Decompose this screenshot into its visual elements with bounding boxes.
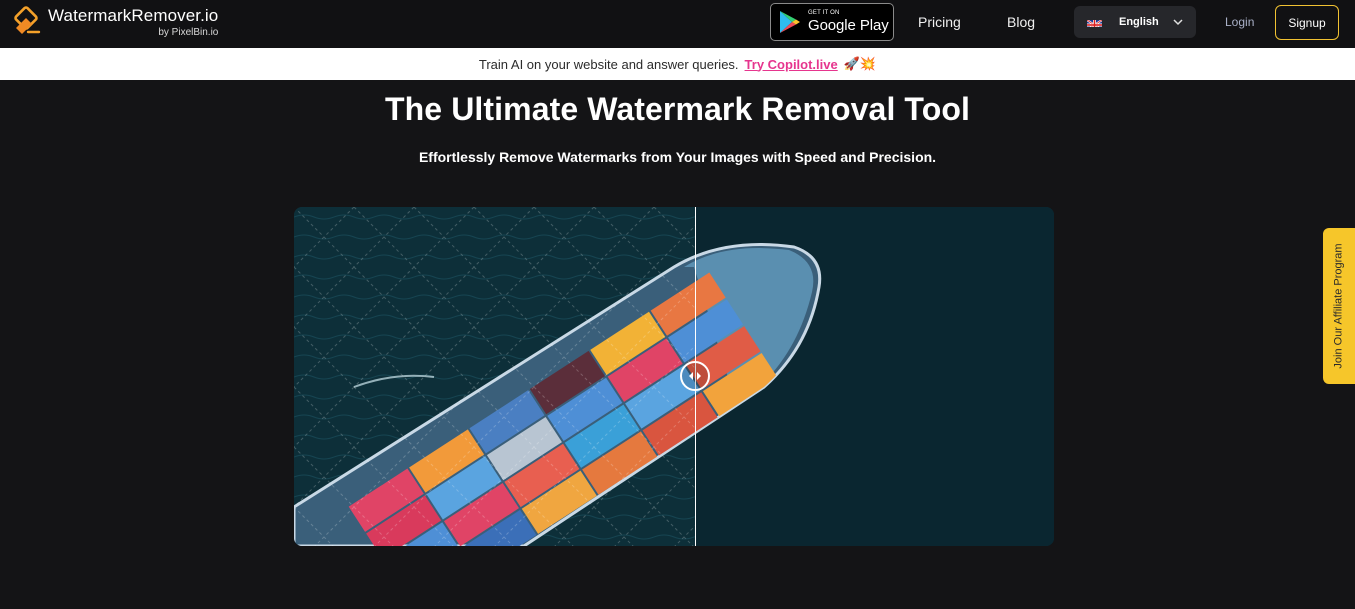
before-after-compare[interactable] [294,207,1054,546]
language-selector[interactable]: English [1074,6,1196,38]
affiliate-program-tab[interactable]: Join Our Affiliate Program [1323,228,1355,384]
try-copilot-link[interactable]: Try Copilot.live [745,57,838,72]
google-play-badge[interactable]: GET IT ON Google Play [770,3,894,41]
language-label: English [1119,16,1159,28]
google-play-small-text: GET IT ON [808,10,840,16]
chevron-down-icon [1172,15,1184,27]
watermark-remover-logo-icon [12,6,42,36]
slider-arrows-icon [689,372,701,380]
affiliate-program-label: Join Our Affiliate Program [1333,243,1346,369]
logo-byline: by PixelBin.io [158,27,219,38]
page-subtitle: Effortlessly Remove Watermarks from Your… [418,149,937,165]
promo-text: Train AI on your website and answer quer… [478,56,739,72]
logo-name: WatermarkRemover.io [48,6,219,25]
compare-slider-handle[interactable] [680,361,710,391]
rocket-sparkle-emoji: 🚀💥 [843,56,877,71]
promo-banner: Train AI on your website and answer quer… [0,48,1355,80]
google-play-icon [780,11,800,33]
top-navbar: WatermarkRemover.io by PixelBin.io GET I… [0,0,1355,48]
container-ship-image [294,207,1054,546]
login-link[interactable]: Login [1225,15,1254,29]
google-play-big-text: Google Play [808,17,889,34]
page-title: The Ultimate Watermark Removal Tool [385,91,970,127]
nav-blog-link[interactable]: Blog [1007,14,1035,30]
uk-flag-icon [1087,17,1102,27]
nav-pricing-link[interactable]: Pricing [918,14,961,30]
signup-button[interactable]: Signup [1275,5,1339,40]
logo-link[interactable]: WatermarkRemover.io by PixelBin.io [12,5,218,38]
